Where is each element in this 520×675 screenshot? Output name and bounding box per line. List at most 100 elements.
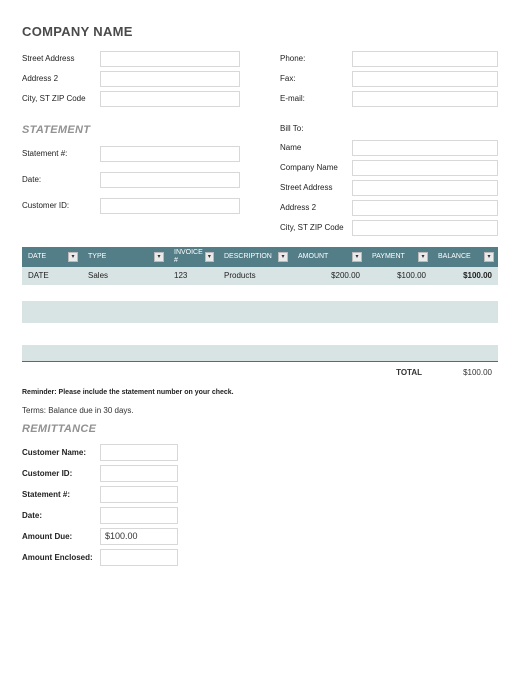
phone-row: Phone: xyxy=(280,50,498,68)
remit-enclosed-input[interactable] xyxy=(100,549,178,566)
remit-stmt-row: Statement #: xyxy=(22,484,498,504)
fax-label: Fax: xyxy=(280,74,352,84)
cell-desc: Products xyxy=(218,271,292,281)
chevron-down-icon[interactable]: ▾ xyxy=(154,252,164,262)
phone-label: Phone: xyxy=(280,54,352,64)
street-label: Street Address xyxy=(22,54,100,64)
chevron-down-icon[interactable]: ▾ xyxy=(484,252,494,262)
remittance-block: Customer Name: Customer ID: Statement #:… xyxy=(22,442,498,567)
col-payment[interactable]: PAYMENT▾ xyxy=(366,252,432,262)
fax-input[interactable] xyxy=(352,71,498,87)
remit-date-input[interactable] xyxy=(100,507,178,524)
statement-table: DATE▾ TYPE▾ INVOICE #▾ DESCRIPTION▾ AMOU… xyxy=(22,247,498,383)
cityzip-label: City, ST ZIP Code xyxy=(22,94,100,104)
billto-company-row: Company Name xyxy=(280,159,498,177)
chevron-down-icon[interactable]: ▾ xyxy=(205,252,214,262)
remit-custname-input[interactable] xyxy=(100,444,178,461)
billto-company-input[interactable] xyxy=(352,160,498,176)
statement-title: STATEMENT xyxy=(22,124,240,137)
cell-balance: $100.00 xyxy=(432,271,498,281)
billto-cityzip-input[interactable] xyxy=(352,220,498,236)
table-row xyxy=(22,345,498,361)
statement-cust-row: Customer ID: xyxy=(22,197,240,215)
col-balance[interactable]: BALANCE▾ xyxy=(432,252,498,262)
billto-company-label: Company Name xyxy=(280,163,352,173)
billto-street-label: Street Address xyxy=(280,183,352,193)
total-value: $100.00 xyxy=(432,368,498,378)
remit-stmt-input[interactable] xyxy=(100,486,178,503)
statement-num-row: Statement #: xyxy=(22,145,240,163)
table-row xyxy=(22,285,498,301)
cityzip-input[interactable] xyxy=(100,91,240,107)
col-date[interactable]: DATE▾ xyxy=(22,252,82,262)
email-row: E-mail: xyxy=(280,90,498,108)
remit-custid-input[interactable] xyxy=(100,465,178,482)
billto-street-input[interactable] xyxy=(352,180,498,196)
statement-date-row: Date: xyxy=(22,171,240,189)
chevron-down-icon[interactable]: ▾ xyxy=(68,252,78,262)
remit-date-row: Date: xyxy=(22,505,498,525)
statement-cust-label: Customer ID: xyxy=(22,201,100,211)
table-row: DATE Sales 123 Products $200.00 $100.00 … xyxy=(22,267,498,285)
billto-addr2-row: Address 2 xyxy=(280,199,498,217)
col-type[interactable]: TYPE▾ xyxy=(82,252,168,262)
chevron-down-icon[interactable]: ▾ xyxy=(278,252,288,262)
billto-addr2-input[interactable] xyxy=(352,200,498,216)
addr2-label: Address 2 xyxy=(22,74,100,84)
statement-date-input[interactable] xyxy=(100,172,240,188)
billto-addr2-label: Address 2 xyxy=(280,203,352,213)
remit-stmt-label: Statement #: xyxy=(22,490,100,500)
statement-block: STATEMENT Statement #: Date: Customer ID… xyxy=(22,116,498,238)
fax-row: Fax: xyxy=(280,70,498,88)
company-address-col: Street Address Address 2 City, ST ZIP Co… xyxy=(22,50,240,108)
chevron-down-icon[interactable]: ▾ xyxy=(418,252,428,262)
billto-name-row: Name xyxy=(280,139,498,157)
addr2-input[interactable] xyxy=(100,71,240,87)
col-description[interactable]: DESCRIPTION▾ xyxy=(218,252,292,262)
remit-enclosed-label: Amount Enclosed: xyxy=(22,553,100,563)
cell-payment: $100.00 xyxy=(366,271,432,281)
phone-input[interactable] xyxy=(352,51,498,67)
remit-custid-row: Customer ID: xyxy=(22,463,498,483)
col-invoice[interactable]: INVOICE #▾ xyxy=(168,249,218,266)
statement-num-label: Statement #: xyxy=(22,149,100,159)
email-label: E-mail: xyxy=(280,94,352,104)
cell-invoice: 123 xyxy=(168,271,218,281)
header-block: Street Address Address 2 City, ST ZIP Co… xyxy=(22,50,498,108)
contact-col: Phone: Fax: E-mail: xyxy=(280,50,498,108)
remit-due-label: Amount Due: xyxy=(22,532,100,542)
remittance-title: REMITTANCE xyxy=(22,423,498,436)
cell-type: Sales xyxy=(82,271,168,281)
chevron-down-icon[interactable]: ▾ xyxy=(352,252,362,262)
cell-amount: $200.00 xyxy=(292,271,366,281)
statement-date-label: Date: xyxy=(22,175,100,185)
cell-date: DATE xyxy=(22,271,82,281)
billto-col: Bill To: Name Company Name Street Addres… xyxy=(280,116,498,238)
email-input[interactable] xyxy=(352,91,498,107)
reminder-text: Reminder: Please include the statement n… xyxy=(22,389,498,397)
remit-due-row: Amount Due: $100.00 xyxy=(22,526,498,546)
street-row: Street Address xyxy=(22,50,240,68)
billto-street-row: Street Address xyxy=(280,179,498,197)
billto-cityzip-row: City, ST ZIP Code xyxy=(280,219,498,237)
table-row xyxy=(22,301,498,323)
remit-custid-label: Customer ID: xyxy=(22,469,100,479)
billto-name-label: Name xyxy=(280,143,352,153)
statement-num-input[interactable] xyxy=(100,146,240,162)
terms-text: Terms: Balance due in 30 days. xyxy=(22,406,498,416)
remit-custname-label: Customer Name: xyxy=(22,448,100,458)
remit-date-label: Date: xyxy=(22,511,100,521)
statement-cust-input[interactable] xyxy=(100,198,240,214)
billto-title: Bill To: xyxy=(280,124,498,134)
total-label: TOTAL xyxy=(22,368,432,378)
street-input[interactable] xyxy=(100,51,240,67)
statement-col: STATEMENT Statement #: Date: Customer ID… xyxy=(22,116,240,238)
billto-name-input[interactable] xyxy=(352,140,498,156)
remit-due-input[interactable]: $100.00 xyxy=(100,528,178,545)
col-amount[interactable]: AMOUNT▾ xyxy=(292,252,366,262)
remit-enclosed-row: Amount Enclosed: xyxy=(22,547,498,567)
cityzip-row: City, ST ZIP Code xyxy=(22,90,240,108)
remit-custname-row: Customer Name: xyxy=(22,442,498,462)
billto-cityzip-label: City, ST ZIP Code xyxy=(280,223,352,233)
addr2-row: Address 2 xyxy=(22,70,240,88)
